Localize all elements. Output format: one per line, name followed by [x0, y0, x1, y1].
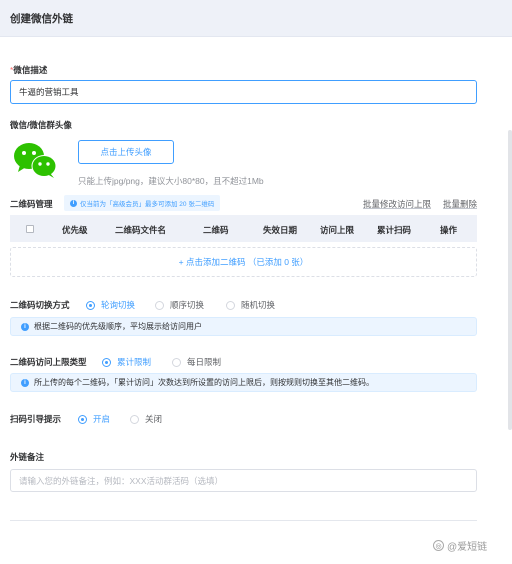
select-all-checkbox[interactable] — [26, 225, 34, 233]
col-total-scans: 累计扫码 — [377, 225, 412, 235]
remark-placeholder: 请输入您的外链备注，例如：XXX活动群活码（选填） — [19, 475, 224, 486]
col-expire-date: 失效日期 — [263, 225, 298, 235]
batch-delete-link[interactable]: 批量删除 — [443, 198, 477, 210]
avatar-label: 微信/微信群头像 — [10, 120, 72, 130]
limit-type-notice: i 所上传的每个二维码，「累计访问」次数达到所设置的访问上限后，则按规则切换至其… — [10, 373, 477, 392]
radio-unchecked — [172, 357, 181, 367]
scan-tip-option-on[interactable]: 开启 — [78, 413, 110, 425]
col-visit-limit: 访问上限 — [320, 225, 355, 235]
info-icon: i — [21, 322, 29, 331]
col-priority: 优先级 — [62, 225, 88, 235]
limit-type-option-cumulative[interactable]: 累计限制 — [102, 356, 151, 368]
switch-mode-notice: i 根据二维码的优先级顺序，平均展示给访问用户 — [10, 317, 477, 336]
switch-mode-option-round-robin[interactable]: 轮询切换 — [86, 299, 135, 311]
page-title: 创建微信外链 — [10, 13, 73, 25]
remark-input[interactable]: 请输入您的外链备注，例如：XXX活动群活码（选填） — [10, 469, 477, 492]
info-icon: i — [21, 378, 29, 387]
member-limit-tip-text: 仅当前为「高级会员」最多可添加 20 张二维码 — [80, 201, 215, 208]
limit-type-label: 二维码访问上限类型 — [10, 357, 87, 367]
wechat-desc-input[interactable]: 牛逼的营销工具 — [10, 80, 477, 104]
col-actions: 操作 — [440, 225, 458, 235]
info-icon: i — [70, 199, 77, 207]
switch-mode-notice-text: 根据二维码的优先级顺序，平均展示给访问用户 — [34, 322, 202, 331]
scan-tip-label: 扫码引导提示 — [10, 414, 62, 424]
watermark: ◎ @爱短链 — [433, 538, 487, 553]
wechat-desc-value: 牛逼的营销工具 — [19, 87, 79, 97]
upload-avatar-button[interactable]: 点击上传头像 — [78, 140, 174, 164]
watermark-logo-icon: ◎ — [433, 540, 444, 551]
switch-mode-option-sequential[interactable]: 顺序切换 — [155, 299, 204, 311]
radio-unchecked — [155, 300, 164, 310]
switch-mode-option-random[interactable]: 随机切换 — [226, 299, 275, 311]
radio-checked — [102, 357, 111, 367]
divider — [10, 520, 477, 521]
scan-tip-option-off[interactable]: 关闭 — [130, 413, 162, 425]
wechat-desc-label: *微信描述 — [10, 64, 47, 76]
remark-label: 外链备注 — [10, 452, 45, 462]
page-header: 创建微信外链 — [0, 0, 512, 37]
qr-table-header: 优先级 二维码文件名 二维码 失效日期 访问上限 累计扫码 操作 — [10, 215, 477, 242]
limit-type-notice-text: 所上传的每个二维码，「累计访问」次数达到所设置的访问上限后，则按规则切换至其他二… — [34, 378, 374, 387]
watermark-text: @爱短链 — [447, 542, 488, 553]
col-filename: 二维码文件名 — [115, 225, 167, 235]
switch-mode-label: 二维码切换方式 — [10, 300, 70, 310]
batch-edit-limit-link[interactable]: 批量修改访问上限 — [363, 198, 431, 210]
limit-type-option-daily[interactable]: 每日限制 — [172, 356, 221, 368]
upload-hint: 只能上传jpg/png，建议大小80*80，且不超过1Mb — [78, 176, 264, 186]
wechat-desc-label-text: 微信描述 — [13, 65, 48, 75]
radio-unchecked — [130, 414, 139, 424]
add-qrcode-button[interactable]: + 点击添加二维码 （已添加 0 张） — [10, 247, 477, 277]
member-limit-tip: i 仅当前为「高级会员」最多可添加 20 张二维码 — [64, 195, 221, 211]
radio-unchecked — [226, 300, 235, 310]
qr-manage-label: 二维码管理 — [10, 199, 53, 209]
radio-checked — [86, 300, 95, 310]
col-qrcode: 二维码 — [203, 225, 229, 235]
radio-checked — [78, 414, 87, 424]
wechat-logo-icon — [14, 143, 57, 178]
form-panel: *微信描述 牛逼的营销工具 微信/微信群头像 点击上传头像 只能上传jpg/pn… — [0, 37, 500, 564]
page-scrollbar[interactable] — [508, 130, 512, 430]
